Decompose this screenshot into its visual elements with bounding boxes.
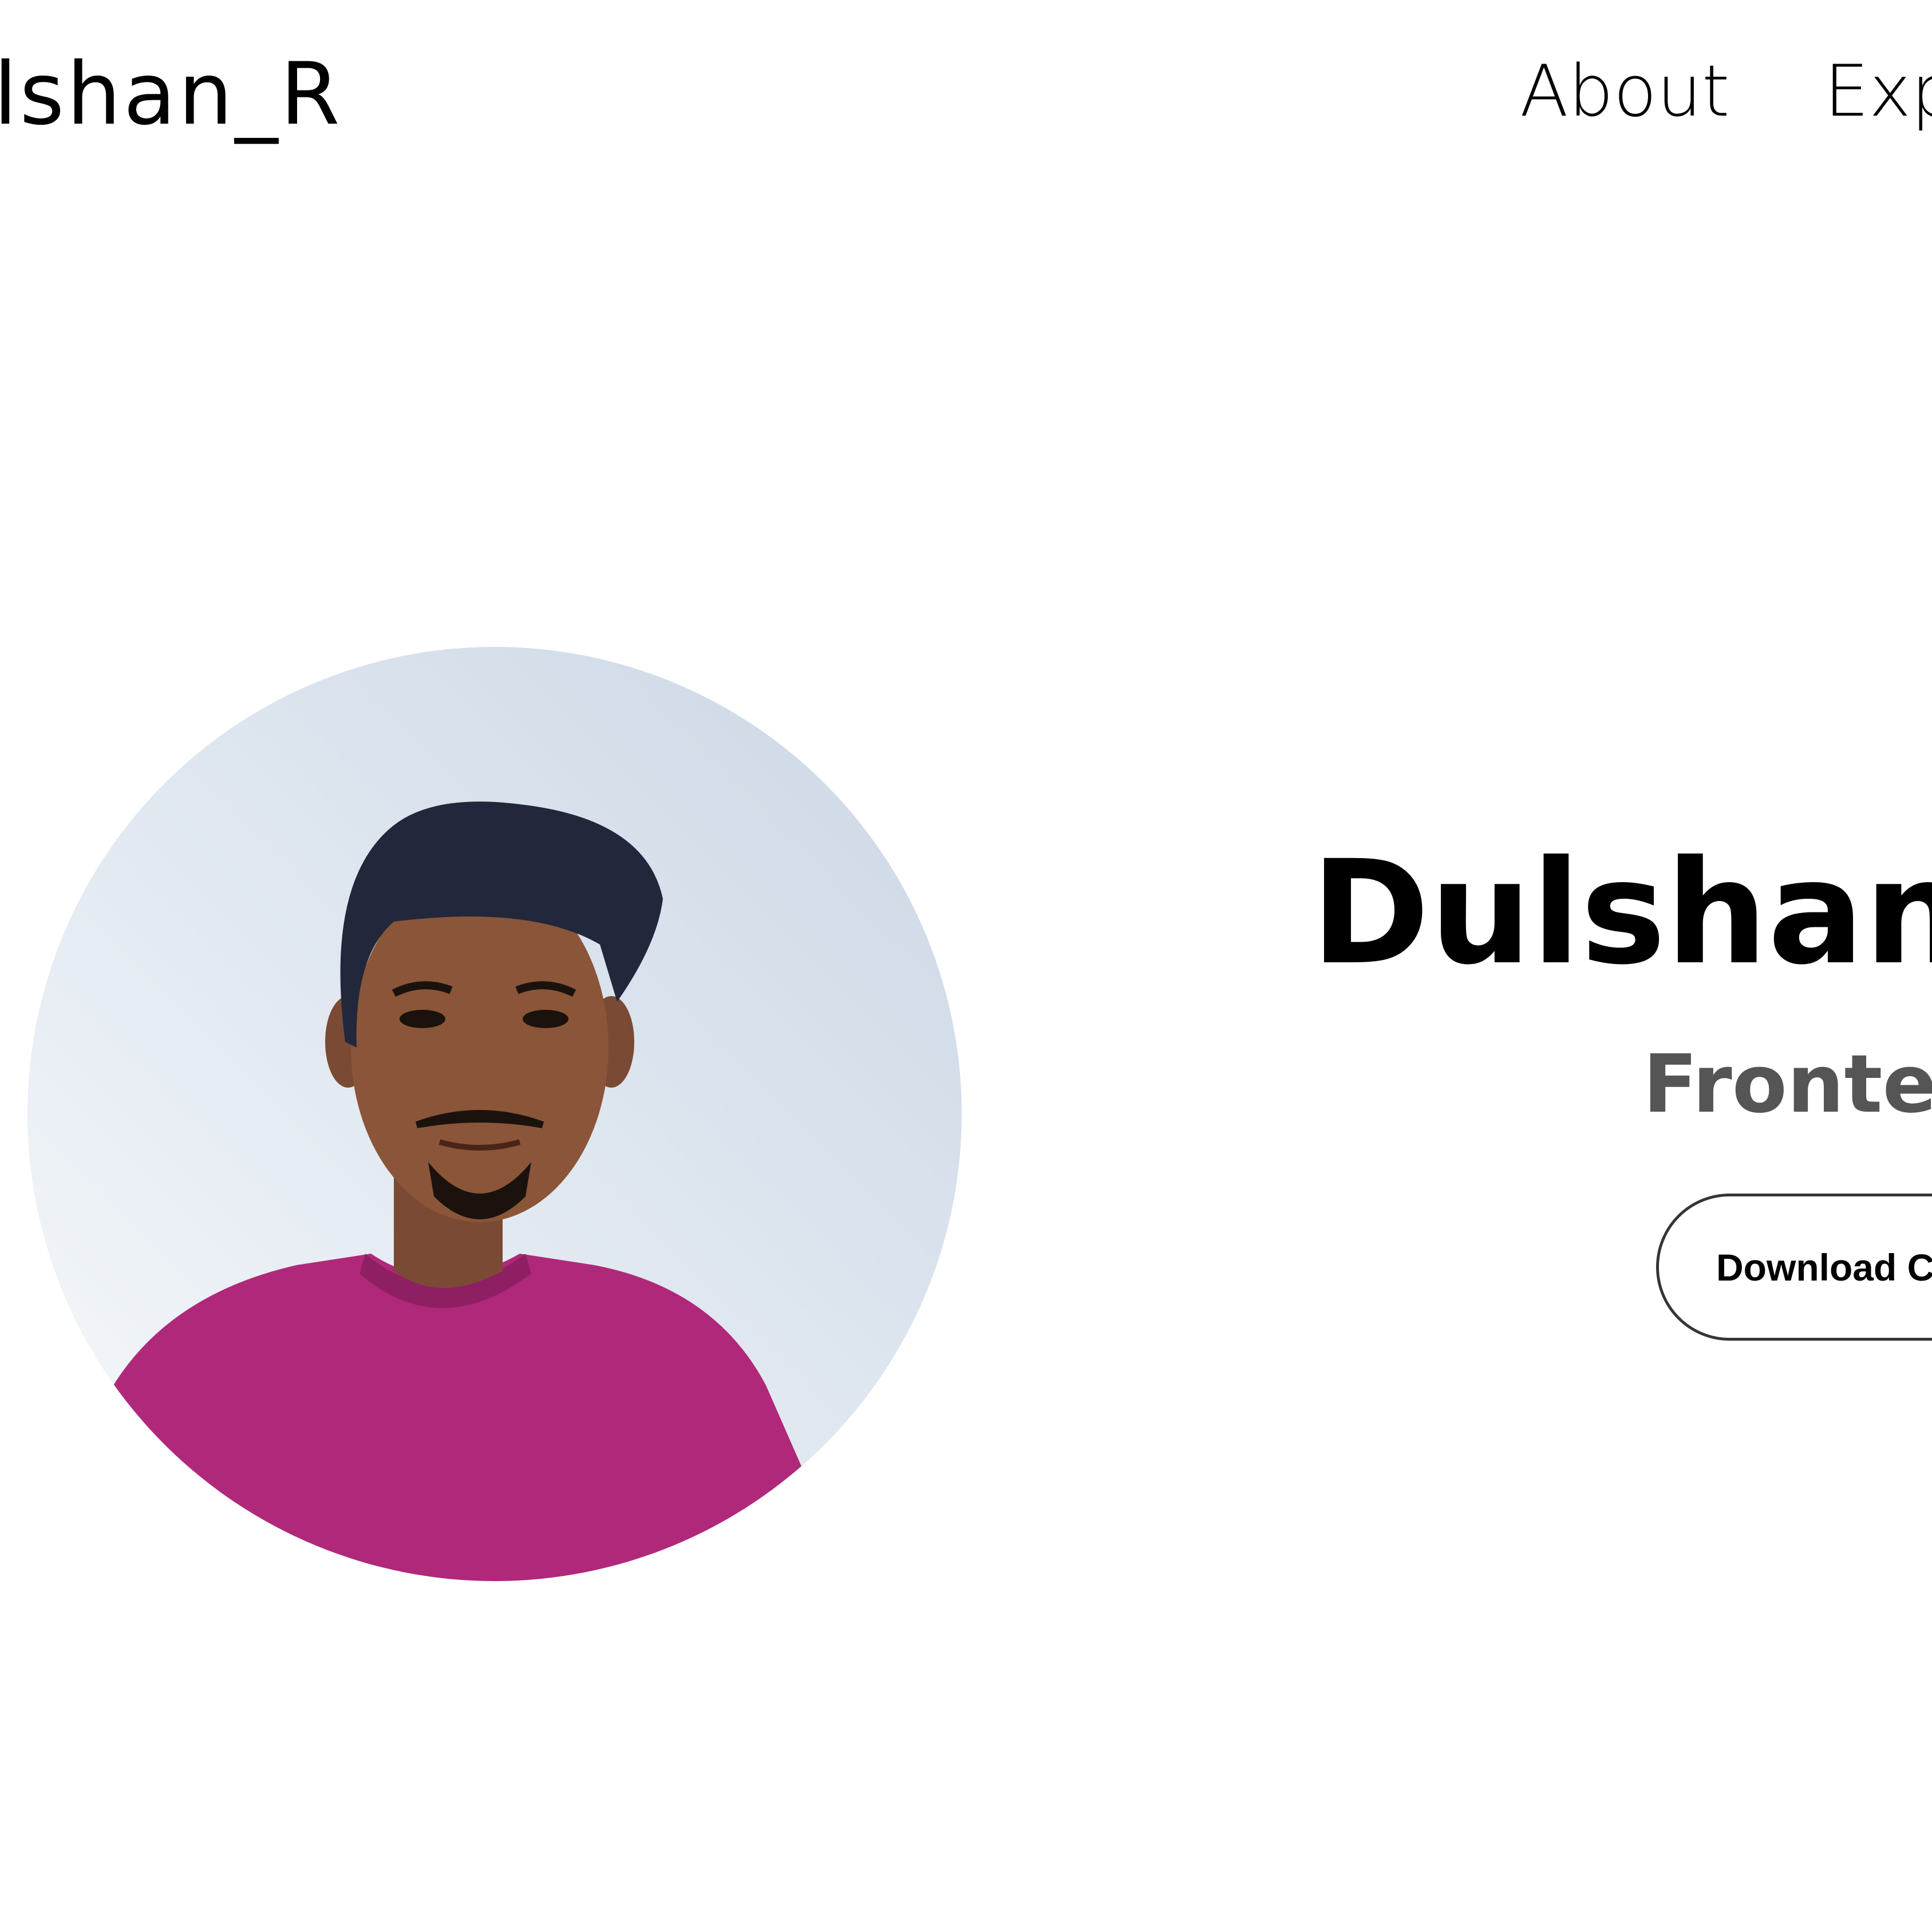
nav-link-about[interactable]: About <box>1520 56 1730 127</box>
portfolio-page: Dulshan_R About Experience <box>0 0 1932 1932</box>
site-logo[interactable]: Dulshan_R <box>0 52 342 137</box>
left-eye <box>400 1010 445 1028</box>
download-cv-label: Download CV <box>1716 1246 1932 1289</box>
profile-picture <box>27 647 962 1581</box>
hero-name: Dulshan Rathnayaka <box>1311 829 1932 996</box>
download-cv-button[interactable]: Download CV <box>1656 1194 1932 1341</box>
nav-link-experience[interactable]: Experience <box>1824 56 1932 127</box>
right-eye <box>523 1010 568 1028</box>
portrait-illustration <box>27 801 852 1581</box>
main-nav: About Experience <box>1520 56 1932 127</box>
hero-title: Frontend Developer <box>1643 1038 1932 1131</box>
